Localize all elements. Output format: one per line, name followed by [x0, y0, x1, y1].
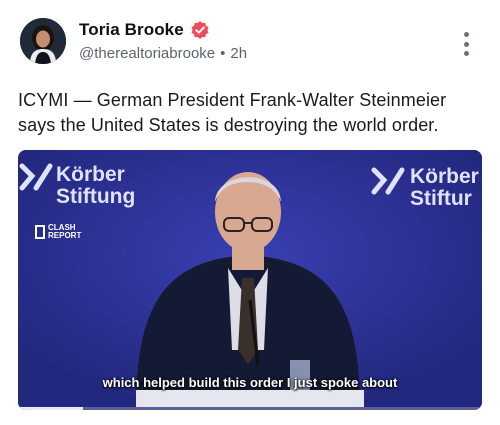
post-timestamp[interactable]: 2h	[230, 45, 247, 62]
video-progress-bar[interactable]	[18, 407, 482, 410]
korber-logo-right-icon	[371, 167, 405, 195]
video-subtitle: which helped build this order I just spo…	[102, 375, 398, 390]
korber-logo-icon	[19, 163, 53, 191]
meta-separator: •	[220, 45, 226, 62]
brand-text-right: Körber Stiftur	[410, 165, 479, 210]
avatar-image	[20, 18, 66, 64]
more-options-button[interactable]	[457, 32, 475, 56]
clash-report-icon	[35, 225, 45, 239]
clash-report-badge: CLASH REPORT	[35, 224, 81, 240]
author-handle[interactable]: @therealtoriabrooke	[79, 45, 215, 62]
author-name[interactable]: Toria Brooke	[79, 20, 184, 40]
brand-text-left: Körber Stiftung	[56, 163, 136, 208]
author-avatar[interactable]	[20, 18, 66, 64]
video-progress-fill	[18, 407, 83, 410]
more-vertical-icon	[463, 32, 469, 37]
verified-badge-icon	[190, 20, 210, 40]
video-player[interactable]: Körber Stiftung Körber Stiftur CLASH REP…	[18, 150, 482, 410]
post-text: ICYMI — German President Frank-Walter St…	[18, 90, 447, 135]
